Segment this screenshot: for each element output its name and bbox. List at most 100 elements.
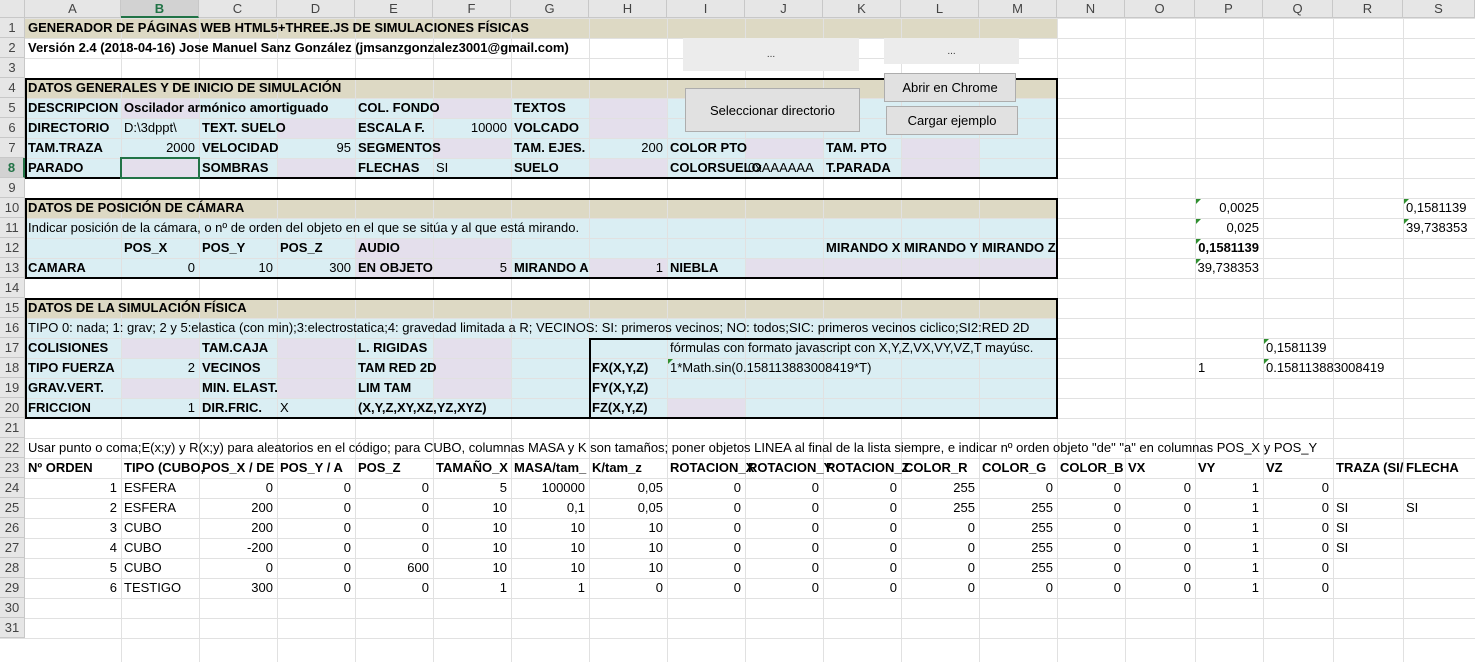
table-cell[interactable]: 0 xyxy=(745,558,819,578)
table-cell[interactable]: ESFERA xyxy=(124,478,176,498)
row-header-2[interactable]: 2 xyxy=(0,38,25,58)
row-header-1[interactable]: 1 xyxy=(0,18,25,38)
table-cell[interactable]: 1 xyxy=(1195,558,1259,578)
table-cell[interactable]: -200 xyxy=(199,538,273,558)
table-cell[interactable]: 0 xyxy=(979,478,1053,498)
column-header-k[interactable]: K xyxy=(823,0,901,18)
table-cell[interactable]: 0 xyxy=(979,578,1053,598)
row-header-5[interactable]: 5 xyxy=(0,98,25,118)
table-cell[interactable]: 0 xyxy=(745,578,819,598)
cell-a1[interactable]: GENERADOR DE PÁGINAS WEB HTML5+THREE.JS … xyxy=(28,18,529,38)
cell-e20[interactable]: (X,Y,Z,XY,XZ,YZ,XYZ) xyxy=(358,398,487,418)
cell-e5[interactable]: COL. FONDO xyxy=(358,98,440,118)
table-cell[interactable]: 0 xyxy=(277,578,351,598)
column-header-r[interactable]: R xyxy=(1333,0,1403,18)
cell-h13[interactable]: 1 xyxy=(589,258,663,278)
table-cell[interactable]: 0 xyxy=(667,558,741,578)
table-cell[interactable]: SI xyxy=(1406,498,1418,518)
cell-e17[interactable]: L. RIGIDAS xyxy=(358,338,427,358)
row-header-21[interactable]: 21 xyxy=(0,418,25,438)
cell-p12[interactable]: 0,1581139 xyxy=(1195,238,1259,258)
cell-d12[interactable]: POS_Z xyxy=(280,238,323,258)
cell-a4[interactable]: DATOS GENERALES Y DE INICIO DE SIMULACIÓ… xyxy=(28,78,341,98)
column-header-n[interactable]: N xyxy=(1057,0,1125,18)
cell-q17[interactable]: 0,1581139 xyxy=(1266,338,1327,358)
cell-m12[interactable]: MIRANDO Z xyxy=(982,238,1056,258)
table-cell[interactable]: 0 xyxy=(823,558,897,578)
cell-i17[interactable]: fórmulas con formato javascript con X,Y,… xyxy=(670,338,1033,358)
cell-a20[interactable]: FRICCION xyxy=(28,398,91,418)
cell-g23[interactable]: MASA/tam_ xyxy=(514,458,586,478)
table-cell[interactable]: 0 xyxy=(1263,498,1329,518)
table-cell[interactable]: 0 xyxy=(667,578,741,598)
cell-a18[interactable]: TIPO FUERZA xyxy=(28,358,115,378)
table-cell[interactable]: 200 xyxy=(199,518,273,538)
cell-f23[interactable]: TAMAÑO_X xyxy=(436,458,508,478)
cell-k8[interactable]: T.PARADA xyxy=(826,158,891,178)
table-cell[interactable]: 0 xyxy=(1125,578,1191,598)
cell-k12[interactable]: MIRANDO X xyxy=(826,238,900,258)
table-cell[interactable]: CUBO xyxy=(124,518,162,538)
cell-a16[interactable]: TIPO 0: nada; 1: grav; 2 y 5:elastica (c… xyxy=(28,318,1029,338)
table-cell[interactable]: 1 xyxy=(25,478,117,498)
table-cell[interactable]: 0 xyxy=(1057,518,1121,538)
table-cell[interactable]: 0,05 xyxy=(589,498,663,518)
table-cell[interactable]: 1 xyxy=(511,578,585,598)
row-header-24[interactable]: 24 xyxy=(0,478,25,498)
row-header-12[interactable]: 12 xyxy=(0,238,25,258)
column-header-j[interactable]: J xyxy=(745,0,823,18)
cell-b23[interactable]: TIPO (CUBO, xyxy=(124,458,204,478)
cell-q23[interactable]: VZ xyxy=(1266,458,1283,478)
table-cell[interactable]: 0 xyxy=(667,538,741,558)
column-header-h[interactable]: H xyxy=(589,0,667,18)
select-directory-button[interactable]: Seleccionar directorio xyxy=(685,88,860,132)
cell-q18[interactable]: 0.158113883008419 xyxy=(1266,358,1384,378)
row-header-10[interactable]: 10 xyxy=(0,198,25,218)
cell-b18[interactable]: 2 xyxy=(121,358,195,378)
table-cell[interactable]: 0 xyxy=(277,518,351,538)
table-cell[interactable]: 0 xyxy=(1263,558,1329,578)
table-cell[interactable]: 0 xyxy=(901,578,975,598)
cell-a5[interactable]: DESCRIPCION xyxy=(28,98,118,118)
table-cell[interactable]: 0 xyxy=(1057,538,1121,558)
cell-a11[interactable]: Indicar posición de la cámara, o nº de o… xyxy=(28,218,579,238)
cell-c17[interactable]: TAM.CAJA xyxy=(202,338,268,358)
cell-a8[interactable]: PARADO xyxy=(28,158,83,178)
cell-g6[interactable]: VOLCADO xyxy=(514,118,579,138)
column-header-a[interactable]: A xyxy=(25,0,121,18)
table-cell[interactable]: 0 xyxy=(1057,558,1121,578)
table-cell[interactable]: 0 xyxy=(823,498,897,518)
table-cell[interactable]: 0 xyxy=(1057,478,1121,498)
cell-g8[interactable]: SUELO xyxy=(514,158,559,178)
cell-a7[interactable]: TAM.TRAZA xyxy=(28,138,103,158)
row-header-23[interactable]: 23 xyxy=(0,458,25,478)
table-cell[interactable]: 0 xyxy=(1125,558,1191,578)
table-cell[interactable]: CUBO xyxy=(124,538,162,558)
row-header-27[interactable]: 27 xyxy=(0,538,25,558)
table-cell[interactable]: 0 xyxy=(667,518,741,538)
row-header-18[interactable]: 18 xyxy=(0,358,25,378)
table-cell[interactable]: 600 xyxy=(355,558,429,578)
table-cell[interactable]: 0,05 xyxy=(589,478,663,498)
column-header-f[interactable]: F xyxy=(433,0,511,18)
table-cell[interactable]: 0 xyxy=(1125,518,1191,538)
table-cell[interactable]: 1 xyxy=(1195,478,1259,498)
cell-p18[interactable]: 1 xyxy=(1198,358,1205,378)
row-header-3[interactable]: 3 xyxy=(0,58,25,78)
table-cell[interactable]: 0 xyxy=(1125,478,1191,498)
column-header-b[interactable]: B xyxy=(121,0,199,18)
cell-a2[interactable]: Versión 2.4 (2018-04-16) Jose Manuel San… xyxy=(28,38,569,58)
table-cell[interactable]: 0 xyxy=(277,498,351,518)
table-cell[interactable]: 0 xyxy=(745,518,819,538)
cell-i13[interactable]: NIEBLA xyxy=(670,258,718,278)
table-cell[interactable]: 255 xyxy=(901,478,975,498)
table-cell[interactable]: 10 xyxy=(433,558,507,578)
table-cell[interactable]: 10 xyxy=(511,558,585,578)
table-cell[interactable]: 0 xyxy=(355,538,429,558)
table-cell[interactable]: 0 xyxy=(1263,578,1329,598)
cell-d13[interactable]: 300 xyxy=(277,258,351,278)
cell-s23[interactable]: FLECHA xyxy=(1406,458,1459,478)
cell-e18[interactable]: TAM RED 2D xyxy=(358,358,436,378)
cell-k7[interactable]: TAM. PTO xyxy=(826,138,887,158)
cell-c13[interactable]: 10 xyxy=(199,258,273,278)
